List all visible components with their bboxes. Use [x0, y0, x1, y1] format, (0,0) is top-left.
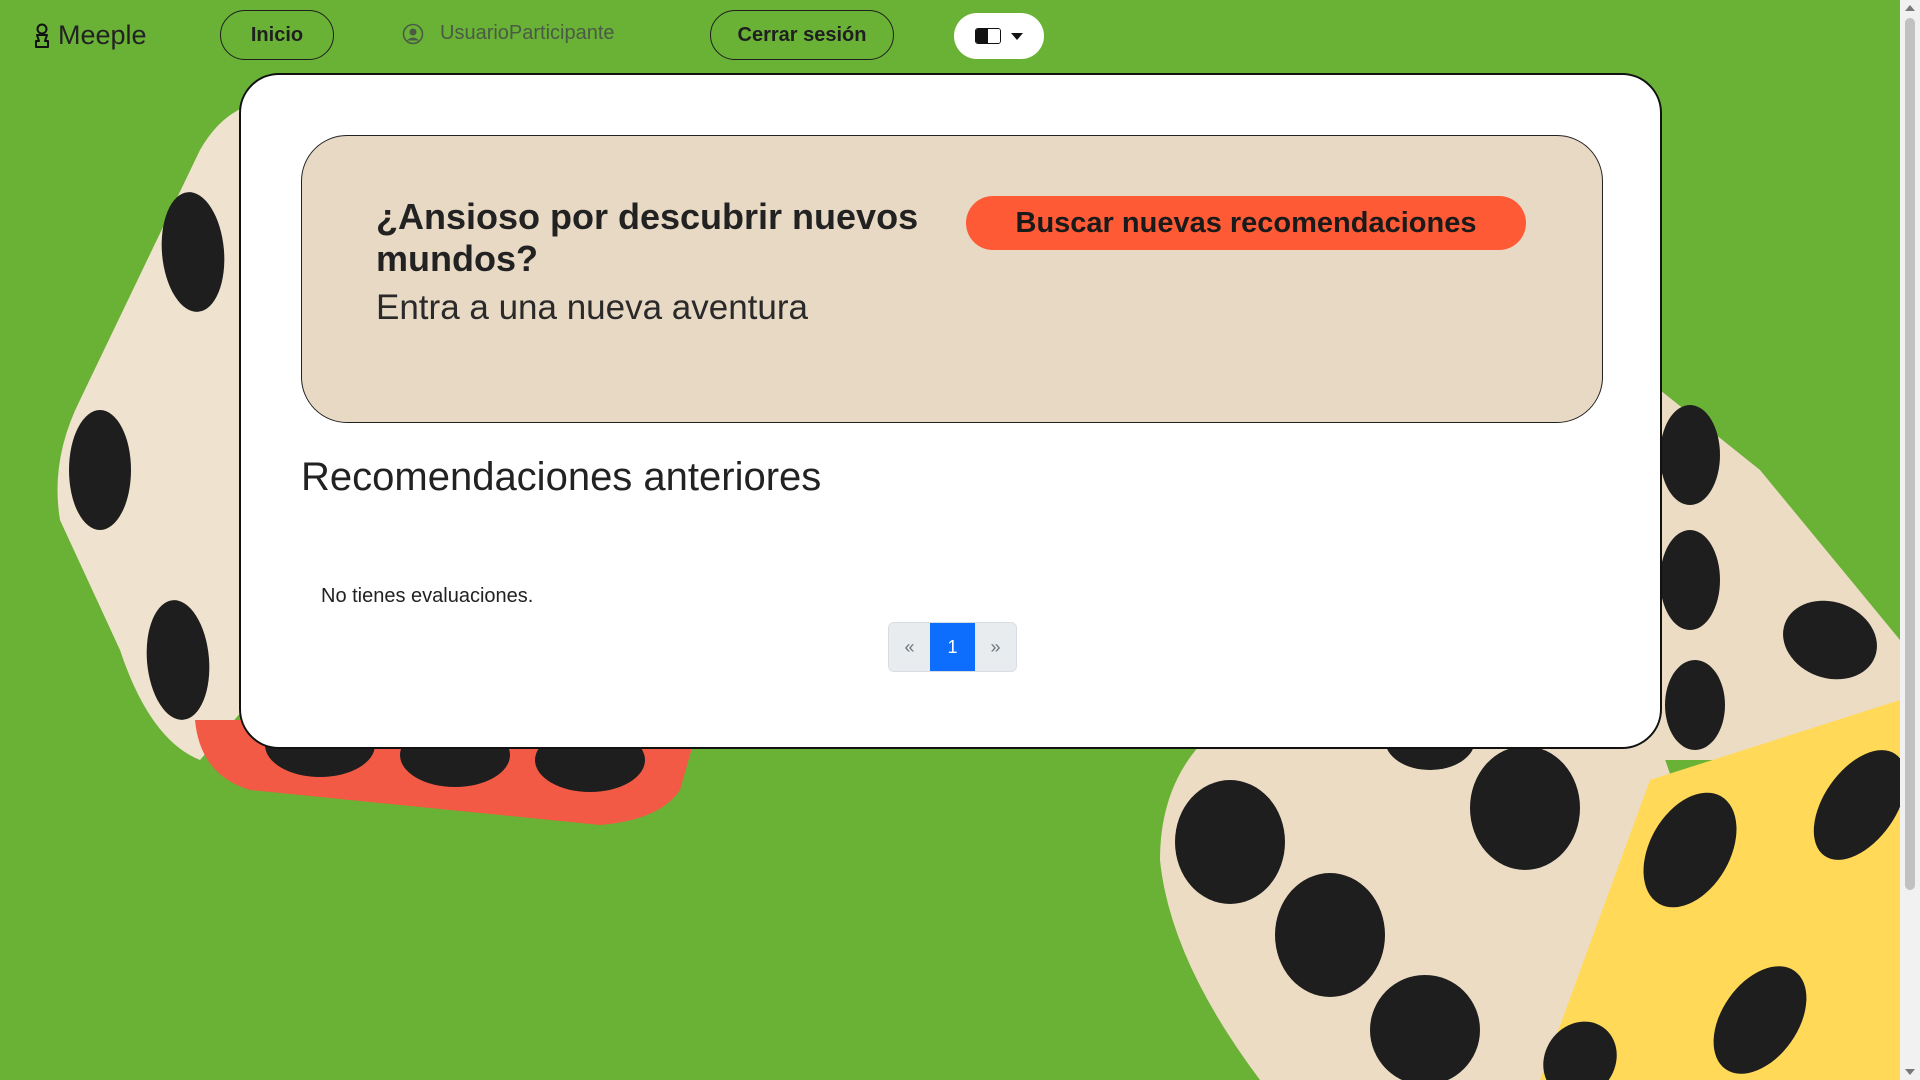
promo-banner: ¿Ansioso por descubrir nuevos mundos? En…	[301, 135, 1603, 423]
username: UsuarioParticipante	[440, 22, 615, 44]
language-dropdown-button[interactable]	[954, 13, 1044, 59]
main-card: ¿Ansioso por descubrir nuevos mundos? En…	[239, 73, 1662, 749]
brand-name: Meeple	[58, 20, 147, 50]
pagination-page-1[interactable]: 1	[930, 623, 975, 671]
meeple-icon	[35, 23, 49, 48]
search-recommendations-button[interactable]: Buscar nuevas recomendaciones	[966, 196, 1526, 250]
page-scrollbar[interactable]	[1900, 0, 1920, 1080]
scrollbar-thumb[interactable]	[1905, 18, 1915, 890]
promo-title: ¿Ansioso por descubrir nuevos mundos?	[376, 196, 919, 279]
chevron-down-icon	[1011, 32, 1023, 40]
user-avatar-icon	[402, 23, 424, 44]
logout-button[interactable]: Cerrar sesión	[710, 10, 894, 60]
empty-evaluations-message: No tienes evaluaciones.	[321, 585, 534, 607]
scroll-up-arrow-icon[interactable]	[1905, 5, 1915, 11]
pagination-prev[interactable]: «	[889, 623, 930, 671]
promo-subtitle: Entra a una nueva aventura	[376, 288, 808, 327]
previous-recommendations-title: Recomendaciones anteriores	[301, 455, 822, 499]
top-navbar: Meeple Inicio UsuarioParticipante Cerrar…	[0, 0, 1900, 72]
user-info: UsuarioParticipante	[402, 22, 615, 45]
brand-link[interactable]: Meeple	[32, 20, 147, 51]
scroll-down-arrow-icon[interactable]	[1905, 1069, 1915, 1075]
pagination-next[interactable]: »	[975, 623, 1016, 671]
translate-icon	[975, 28, 1001, 44]
pagination: « 1 »	[888, 622, 1017, 672]
home-button[interactable]: Inicio	[220, 10, 334, 60]
